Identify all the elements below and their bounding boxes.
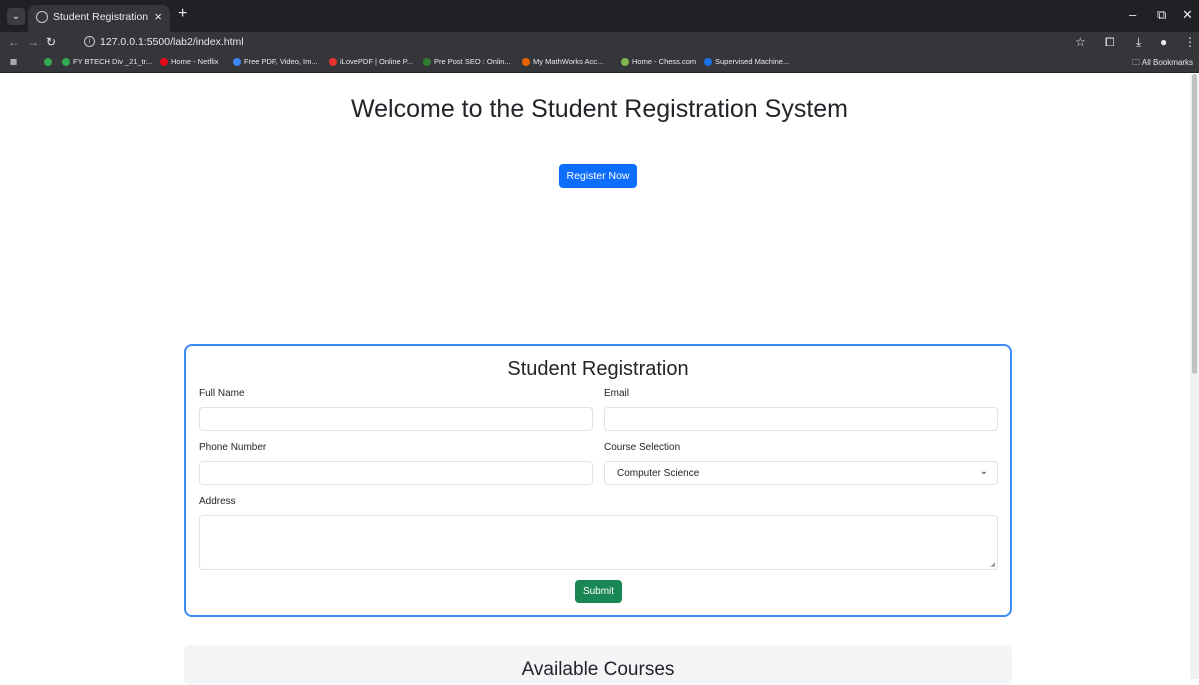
restore-icon[interactable]: ⧉ [1157, 7, 1166, 23]
forward-icon[interactable]: → [27, 35, 39, 49]
courses-heading: Available Courses [521, 659, 675, 680]
bookmarks-bar: ▦ FY BTECH Div _21_tr... Home - Netflix … [0, 54, 1199, 73]
globe-icon [36, 11, 48, 23]
page-scrollbar[interactable] [1190, 74, 1199, 679]
resize-handle-icon[interactable]: ◢ [990, 561, 995, 568]
bookmark-item[interactable]: Supervised Machine... [704, 57, 789, 67]
bookmark-item[interactable]: iLovePDF | Online P... [329, 57, 413, 67]
new-tab-button[interactable]: + [178, 5, 187, 23]
menu-icon[interactable]: ⋮ [1184, 35, 1196, 49]
page-title: Welcome to the Student Registration Syst… [351, 95, 848, 123]
phone-field[interactable] [199, 461, 593, 485]
minimize-icon[interactable]: – [1129, 7, 1136, 22]
tab-title: Student Registration [53, 11, 149, 23]
form-title: Student Registration [507, 358, 689, 380]
course-selected-value: Computer Science [617, 468, 700, 479]
bookmark-star-icon[interactable]: ☆ [1075, 35, 1086, 49]
available-courses-section: Available Courses [184, 645, 1012, 685]
close-window-icon[interactable]: ✕ [1182, 7, 1193, 23]
bookmark-item[interactable]: Home - Netflix [160, 57, 219, 67]
browser-tabstrip: ⌄ Student Registration × + – ⧉ ✕ [0, 0, 1199, 32]
course-select[interactable]: Computer Science ⌄ [604, 461, 998, 485]
submit-button[interactable]: Submit [575, 580, 622, 603]
bookmark-item[interactable]: My MathWorks Acc... [522, 57, 603, 67]
address-label: Address [199, 496, 236, 507]
register-now-button[interactable]: Register Now [559, 164, 637, 188]
url-text: 127.0.0.1:5500/lab2/index.html [100, 36, 244, 48]
bookmark-favicon-icon [704, 58, 712, 67]
tab-search-button[interactable]: ⌄ [7, 8, 25, 25]
download-icon[interactable]: ⤓ [1136, 35, 1141, 50]
apps-grid-icon[interactable]: ▦ [10, 57, 17, 66]
reload-icon[interactable]: ↻ [46, 35, 56, 49]
bookmark-item[interactable]: Free PDF, Video, Im... [233, 57, 318, 67]
course-label: Course Selection [604, 442, 681, 453]
page-viewport: Welcome to the Student Registration Syst… [0, 74, 1190, 685]
folder-icon: 🗀 [1132, 58, 1142, 67]
back-icon[interactable]: ← [8, 35, 20, 49]
registration-form-card: Student Registration Full Name Email Pho… [184, 344, 1012, 617]
ilovepdf-icon [329, 58, 337, 67]
netflix-icon [160, 58, 168, 67]
bookmark-icon-green[interactable] [44, 57, 55, 67]
mathworks-icon [522, 58, 530, 67]
full-name-field[interactable] [199, 407, 593, 431]
bookmark-favicon-icon [423, 58, 431, 67]
chess-icon [621, 58, 629, 67]
email-label: Email [604, 388, 630, 399]
bookmark-item[interactable]: Pre Post SEO : Onlin... [423, 57, 511, 67]
address-bar[interactable]: i 127.0.0.1:5500/lab2/index.html [76, 35, 1066, 51]
scrollbar-thumb[interactable] [1192, 74, 1197, 374]
bookmark-favicon-icon [233, 58, 241, 67]
site-info-icon[interactable]: i [84, 36, 95, 47]
bookmark-favicon-icon [62, 58, 70, 67]
all-bookmarks-button[interactable]: 🗀 All Bookmarks [1132, 57, 1193, 71]
close-tab-icon[interactable]: × [154, 9, 162, 24]
bookmark-item[interactable]: Home - Chess.com [621, 57, 696, 67]
chevron-down-icon: ⌄ [979, 466, 988, 477]
email-field[interactable] [604, 407, 998, 431]
browser-toolbar: ← → ↻ i 127.0.0.1:5500/lab2/index.html ☆… [0, 32, 1199, 54]
full-name-label: Full Name [199, 388, 245, 399]
extensions-icon[interactable]: ⧠ [1105, 35, 1115, 50]
phone-label: Phone Number [199, 442, 267, 453]
profile-avatar[interactable]: ● [1160, 35, 1167, 49]
bookmark-item[interactable]: FY BTECH Div _21_tr... [62, 57, 152, 67]
browser-tab[interactable]: Student Registration × [28, 5, 170, 32]
address-textarea[interactable]: ◢ [199, 515, 998, 570]
